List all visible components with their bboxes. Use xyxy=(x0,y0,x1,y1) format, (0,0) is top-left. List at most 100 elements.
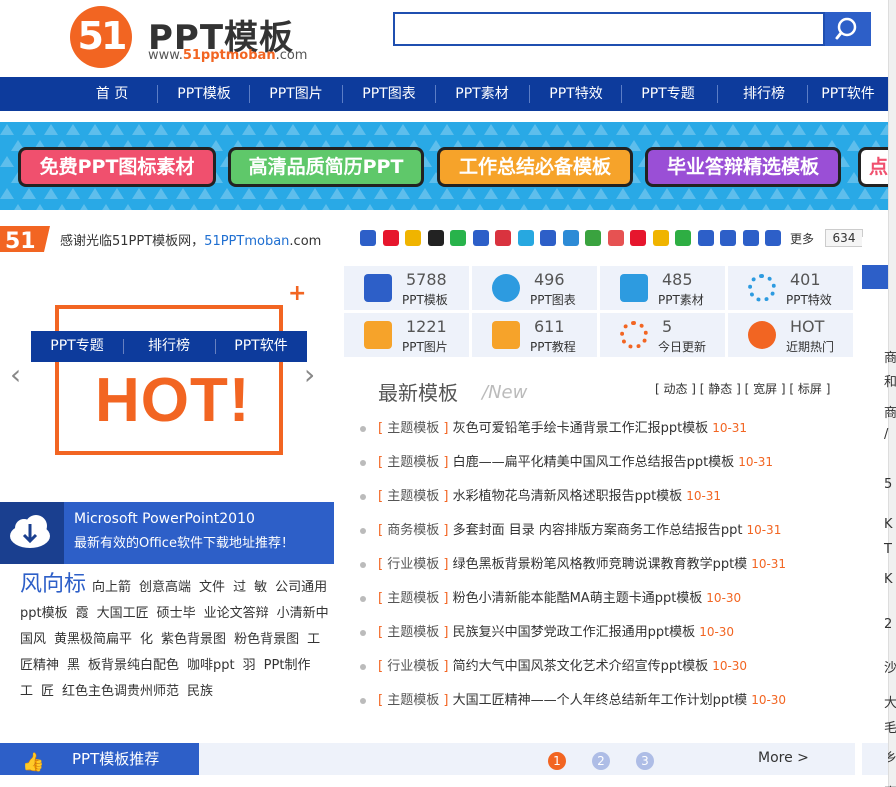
trending-tag[interactable]: 敏 xyxy=(254,580,267,595)
trending-tag[interactable]: 霞 xyxy=(76,606,89,621)
trending-tag[interactable]: 向上箭 xyxy=(92,580,131,595)
share-icon[interactable] xyxy=(697,230,714,246)
trending-tag[interactable]: 紫色背景图 xyxy=(161,632,226,647)
next-arrow-icon[interactable]: › xyxy=(304,358,315,391)
share-icon[interactable] xyxy=(607,230,624,246)
list-item[interactable]: [ 商务模板 ] 多套封面 目录 内容排版方案商务工作总结报告ppt 10-31 xyxy=(360,519,781,539)
share-icon[interactable] xyxy=(495,230,511,246)
share-icon[interactable] xyxy=(360,230,376,246)
share-icon[interactable] xyxy=(585,230,601,246)
share-icon[interactable] xyxy=(382,230,399,246)
banner-button[interactable]: 毕业答辩精选模板 xyxy=(645,147,841,187)
welcome-site[interactable]: 51PPTmoban xyxy=(204,234,289,249)
share-icon[interactable] xyxy=(517,230,534,246)
stat-card[interactable]: 401 PPT特效 xyxy=(728,266,853,310)
nav-item[interactable]: 排行榜 xyxy=(718,77,810,111)
page-dot[interactable]: 3 xyxy=(636,752,654,770)
list-item[interactable]: [ 主题模板 ] 大国工匠精神——个人年终总结新年工作计划ppt模 10-30 xyxy=(360,689,786,709)
trending-tag[interactable]: 黑 xyxy=(67,658,80,673)
trending-tag[interactable]: PPt制作 xyxy=(264,658,311,673)
trending-tag[interactable]: 咖啡ppt xyxy=(187,658,235,673)
stat-card[interactable]: 5788 PPT模板 xyxy=(344,266,469,310)
share-icon[interactable] xyxy=(472,230,489,246)
trending-tag[interactable]: 大国工匠 xyxy=(97,606,149,621)
item-category[interactable]: 行业模板 xyxy=(387,659,439,674)
nav-item[interactable]: PPT素材 xyxy=(436,77,528,111)
share-icon[interactable] xyxy=(450,230,466,246)
share-icon[interactable] xyxy=(675,230,691,246)
left-tab[interactable]: PPT专题 xyxy=(31,331,123,362)
item-title[interactable]: 粉色小清新能本能酷MA萌主题卡通ppt模板 xyxy=(453,591,703,606)
stat-card[interactable]: 485 PPT素材 xyxy=(600,266,725,310)
more-link[interactable]: More > xyxy=(758,750,809,766)
stat-card[interactable]: 5 今日更新 xyxy=(600,313,725,357)
banner-button[interactable]: 免费PPT图标素材 xyxy=(18,147,216,187)
share-icon[interactable] xyxy=(427,230,444,246)
search-button[interactable] xyxy=(825,12,871,46)
trending-tag[interactable]: 文件 xyxy=(199,580,225,595)
stat-card[interactable]: 1221 PPT图片 xyxy=(344,313,469,357)
item-title[interactable]: 白鹿——扁平化精美中国风工作总结报告ppt模板 xyxy=(453,455,735,470)
nav-item[interactable]: PPT特效 xyxy=(530,77,622,111)
nav-item[interactable]: PPT专题 xyxy=(622,77,714,111)
item-category[interactable]: 主题模板 xyxy=(387,625,439,640)
item-category[interactable]: 行业模板 xyxy=(387,557,439,572)
share-icon[interactable] xyxy=(540,230,556,246)
item-category[interactable]: 主题模板 xyxy=(387,693,439,708)
list-item[interactable]: [ 主题模板 ] 灰色可爱铅笔手绘卡通背景工作汇报ppt模板 10-31 xyxy=(360,417,747,437)
stat-card[interactable]: HOT 近期热门 xyxy=(728,313,853,357)
item-category[interactable]: 主题模板 xyxy=(387,455,439,470)
stat-card[interactable]: 496 PPT图表 xyxy=(472,266,597,310)
item-category[interactable]: 商务模板 xyxy=(387,523,439,538)
banner-button[interactable]: 高清品质简历PPT xyxy=(228,147,424,187)
search-input[interactable] xyxy=(393,12,825,46)
trending-tag[interactable]: 硕士毕 xyxy=(157,606,196,621)
list-item[interactable]: [ 主题模板 ] 粉色小清新能本能酷MA萌主题卡通ppt模板 10-30 xyxy=(360,587,741,607)
item-title[interactable]: 简约大气中国风茶文化艺术介绍宣传ppt模板 xyxy=(453,659,709,674)
item-title[interactable]: 多套封面 目录 内容排版方案商务工作总结报告ppt xyxy=(453,523,743,538)
page-dot[interactable]: 1 xyxy=(548,752,566,770)
latest-filters[interactable]: [ 动态 ] [ 静态 ] [ 宽屏 ] [ 标屏 ] xyxy=(655,380,830,397)
left-tab[interactable]: 排行榜 xyxy=(123,331,215,362)
list-item[interactable]: [ 主题模板 ] 白鹿——扁平化精美中国风工作总结报告ppt模板 10-31 xyxy=(360,451,773,471)
share-icon[interactable] xyxy=(405,230,421,246)
trending-tag[interactable]: 黄黑极简扁平 xyxy=(54,632,132,647)
right-search-tab[interactable] xyxy=(862,265,888,289)
trending-tag[interactable]: 民族 xyxy=(187,684,213,699)
list-item[interactable]: [ 主题模板 ] 水彩植物花鸟清新风格述职报告ppt模板 10-31 xyxy=(360,485,721,505)
nav-item[interactable]: PPT图片 xyxy=(250,77,342,111)
share-icon[interactable] xyxy=(652,230,669,246)
item-category[interactable]: 主题模板 xyxy=(387,591,439,606)
trending-tag[interactable]: 过 xyxy=(233,580,246,595)
office-title[interactable]: Microsoft PowerPoint2010 xyxy=(74,511,255,527)
share-icon[interactable] xyxy=(630,230,646,246)
list-item[interactable]: [ 主题模板 ] 民族复兴中国梦党政工作汇报通用ppt模板 10-30 xyxy=(360,621,734,641)
nav-item[interactable]: 首 页 xyxy=(70,77,154,111)
share-icon[interactable] xyxy=(720,230,736,246)
item-title[interactable]: 灰色可爱铅笔手绘卡通背景工作汇报ppt模板 xyxy=(453,421,709,436)
nav-item[interactable]: PPT图表 xyxy=(343,77,435,111)
share-icon[interactable] xyxy=(742,230,759,246)
trending-tag[interactable]: 红色主色调贵州师范 xyxy=(62,684,179,699)
logo-mark[interactable]: 51 xyxy=(70,6,132,68)
banner-button[interactable]: 工作总结必备模板 xyxy=(437,147,633,187)
trending-tag[interactable]: 业论文答辩 xyxy=(204,606,269,621)
trending-tag[interactable]: 化 xyxy=(140,632,153,647)
office-subtitle[interactable]: 最新有效的Office软件下载地址推荐！ xyxy=(74,532,294,551)
item-title[interactable]: 水彩植物花鸟清新风格述职报告ppt模板 xyxy=(453,489,683,504)
trending-tag[interactable]: 工 xyxy=(20,684,33,699)
list-item[interactable]: [ 行业模板 ] 简约大气中国风茶文化艺术介绍宣传ppt模板 10-30 xyxy=(360,655,747,675)
share-icon[interactable] xyxy=(765,230,781,246)
item-title[interactable]: 民族复兴中国梦党政工作汇报通用ppt模板 xyxy=(453,625,696,640)
left-tab[interactable]: PPT软件 xyxy=(215,331,307,362)
share-icon[interactable] xyxy=(562,230,579,246)
item-category[interactable]: 主题模板 xyxy=(387,489,439,504)
prev-arrow-icon[interactable]: ‹ xyxy=(10,358,21,391)
trending-tag[interactable]: 匠 xyxy=(41,684,54,699)
nav-item[interactable]: PPT模板 xyxy=(158,77,250,111)
item-category[interactable]: 主题模板 xyxy=(387,421,439,436)
share-more-link[interactable]: 更多 xyxy=(790,230,814,247)
list-item[interactable]: [ 行业模板 ] 绿色黑板背景粉笔风格教师竞聘说课教育教学ppt模 10-31 xyxy=(360,553,786,573)
trending-tag[interactable]: 羽 xyxy=(243,658,256,673)
trending-tag[interactable]: 粉色背景图 xyxy=(234,632,299,647)
